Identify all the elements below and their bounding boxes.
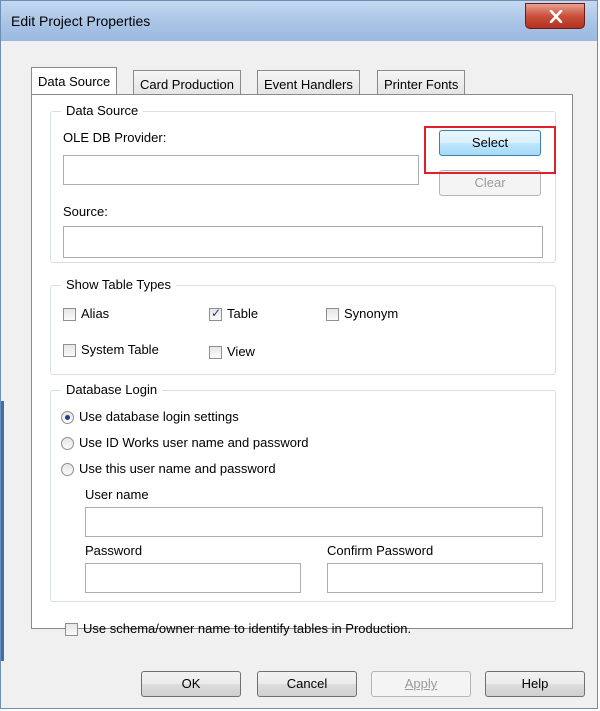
tab-card-production[interactable]: Card Production bbox=[133, 70, 241, 96]
close-button[interactable] bbox=[525, 3, 585, 29]
source-field[interactable] bbox=[63, 226, 543, 258]
apply-label: Apply bbox=[404, 676, 438, 691]
database-login-legend: Database Login bbox=[61, 382, 163, 397]
tab-event-handlers[interactable]: Event Handlers bbox=[257, 70, 360, 96]
use-database-login-label: Use database login settings bbox=[79, 409, 239, 424]
table-label: Table bbox=[227, 306, 259, 321]
close-icon bbox=[549, 10, 563, 23]
radio-use-database-login[interactable] bbox=[61, 411, 74, 424]
cancel-button[interactable]: Cancel bbox=[257, 671, 357, 697]
window-edge-accent bbox=[1, 401, 4, 661]
tab-printer-fonts[interactable]: Printer Fonts bbox=[377, 70, 466, 96]
tab-label: Printer Fonts bbox=[384, 77, 459, 92]
select-highlight-box bbox=[424, 126, 556, 174]
table-types-group: Show Table Types Alias Table Synonym Sys… bbox=[50, 277, 556, 375]
tab-label: Event Handlers bbox=[264, 77, 353, 92]
radio-use-this-login[interactable] bbox=[61, 463, 74, 476]
alias-checkbox[interactable] bbox=[63, 308, 76, 321]
source-label: Source: bbox=[63, 204, 108, 219]
confirm-password-label: Confirm Password bbox=[327, 543, 434, 558]
password-label: Password bbox=[85, 543, 143, 558]
ole-db-provider-label: OLE DB Provider: bbox=[63, 130, 167, 145]
username-field[interactable] bbox=[85, 507, 543, 537]
database-login-group: Database Login Use database login settin… bbox=[50, 382, 556, 602]
schema-owner-label: Use schema/owner name to identify tables… bbox=[83, 621, 412, 636]
ok-button[interactable]: OK bbox=[141, 671, 241, 697]
system-table-checkbox[interactable] bbox=[63, 344, 76, 357]
window-title: Edit Project Properties bbox=[11, 13, 151, 29]
apply-button[interactable]: Apply bbox=[371, 671, 471, 697]
tab-panel-data-source: Data Source OLE DB Provider: Select Clea… bbox=[31, 94, 573, 629]
table-checkbox[interactable] bbox=[209, 306, 222, 321]
synonym-label: Synonym bbox=[344, 306, 399, 321]
username-label: User name bbox=[85, 487, 149, 502]
tab-data-source[interactable]: Data Source bbox=[31, 67, 118, 96]
view-checkbox[interactable] bbox=[209, 346, 222, 359]
help-button[interactable]: Help bbox=[485, 671, 585, 697]
table-types-legend: Show Table Types bbox=[61, 277, 177, 292]
alias-label: Alias bbox=[81, 306, 110, 321]
use-idworks-login-label: Use ID Works user name and password bbox=[79, 435, 309, 450]
title-bar[interactable]: Edit Project Properties bbox=[1, 1, 597, 41]
password-field[interactable] bbox=[85, 563, 301, 593]
ole-db-provider-field[interactable] bbox=[63, 155, 419, 185]
confirm-password-field[interactable] bbox=[327, 563, 543, 593]
radio-use-idworks-login[interactable] bbox=[61, 437, 74, 450]
system-table-label: System Table bbox=[81, 342, 159, 357]
tab-label: Data Source bbox=[38, 74, 111, 89]
dialog-window: Edit Project Properties Data Source Card… bbox=[0, 0, 598, 709]
data-source-legend: Data Source bbox=[61, 103, 144, 118]
view-label: View bbox=[227, 344, 255, 359]
schema-owner-checkbox[interactable] bbox=[65, 623, 78, 636]
synonym-checkbox[interactable] bbox=[326, 308, 339, 321]
use-this-login-label: Use this user name and password bbox=[79, 461, 276, 476]
tab-label: Card Production bbox=[140, 77, 234, 92]
